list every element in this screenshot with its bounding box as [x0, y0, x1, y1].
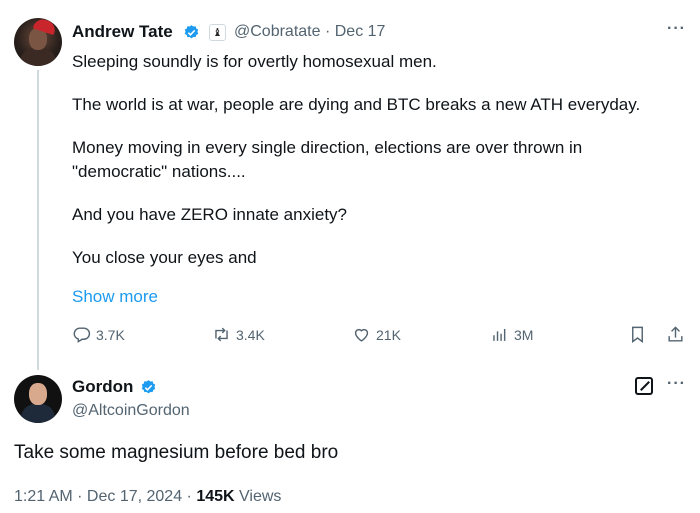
- avatar[interactable]: [14, 375, 62, 423]
- views-icon: [493, 328, 506, 341]
- like-count: 21K: [376, 326, 401, 343]
- repost-count: 3.4K: [236, 326, 265, 343]
- tweet-line: "democratic" nations....: [72, 162, 246, 181]
- handle-date[interactable]: @Cobratate · Dec 17: [234, 23, 385, 41]
- tweet-line: The world is at war, people are dying an…: [72, 95, 641, 114]
- separator: ·: [320, 23, 335, 40]
- avatar-body: [20, 48, 56, 66]
- avatar[interactable]: [14, 18, 62, 66]
- tweet-line: Money moving in every single direction, …: [72, 138, 583, 157]
- reply-icon: [73, 327, 91, 343]
- avatar-face: [29, 383, 47, 405]
- tweet-text: Sleeping soundly is for overtly homosexu…: [72, 50, 682, 270]
- author-name[interactable]: Gordon: [72, 377, 133, 397]
- bookmark-button[interactable]: [628, 325, 652, 344]
- tweet-date[interactable]: Dec 17: [335, 23, 386, 40]
- verified-icon: [141, 380, 156, 394]
- tweet-line: And you have ZERO innate anxiety?: [72, 205, 347, 224]
- views-count: 145K: [196, 488, 235, 505]
- share-icon: [668, 326, 683, 342]
- verified-icon: [184, 25, 199, 39]
- show-more-link[interactable]: Show more: [72, 287, 158, 307]
- avatar-body: [21, 404, 55, 423]
- separator: ·: [72, 488, 87, 505]
- repost-icon: [215, 327, 228, 342]
- edit-icon[interactable]: [635, 377, 653, 395]
- repost-button[interactable]: 3.4K: [212, 325, 265, 344]
- tweet-date[interactable]: Dec 17, 2024: [87, 488, 182, 505]
- tweet-time[interactable]: 1:21 AM: [14, 488, 73, 505]
- author-handle[interactable]: @Cobratate: [234, 23, 321, 40]
- reply-text: Take some magnesium before bed bro: [14, 442, 339, 463]
- bookmark-icon: [632, 326, 643, 344]
- tweet-meta: 1:21 AM · Dec 17, 2024 · 145K Views: [14, 488, 281, 506]
- more-icon[interactable]: ···: [667, 375, 686, 393]
- like-icon: [354, 328, 369, 342]
- reply-button[interactable]: 3.7K: [72, 325, 125, 344]
- author-name[interactable]: Andrew Tate: [72, 22, 173, 42]
- views-label: Views: [239, 488, 282, 505]
- tweet-actions: 3.7K 3.4K 21K 3M: [72, 325, 690, 349]
- share-button[interactable]: [666, 325, 690, 344]
- reply-count: 3.7K: [96, 326, 125, 343]
- views-count: 3M: [514, 326, 534, 343]
- views-button[interactable]: 3M: [490, 325, 533, 344]
- separator: ·: [182, 488, 197, 505]
- thread-line: [37, 70, 39, 370]
- tweet-line: You close your eyes and: [72, 248, 257, 267]
- affiliate-badge[interactable]: ♝: [209, 24, 226, 41]
- like-button[interactable]: 21K: [352, 325, 401, 344]
- tweet-line: Sleeping soundly is for overtly homosexu…: [72, 52, 437, 71]
- author-handle[interactable]: @AltcoinGordon: [72, 402, 190, 420]
- more-icon[interactable]: ···: [667, 20, 686, 38]
